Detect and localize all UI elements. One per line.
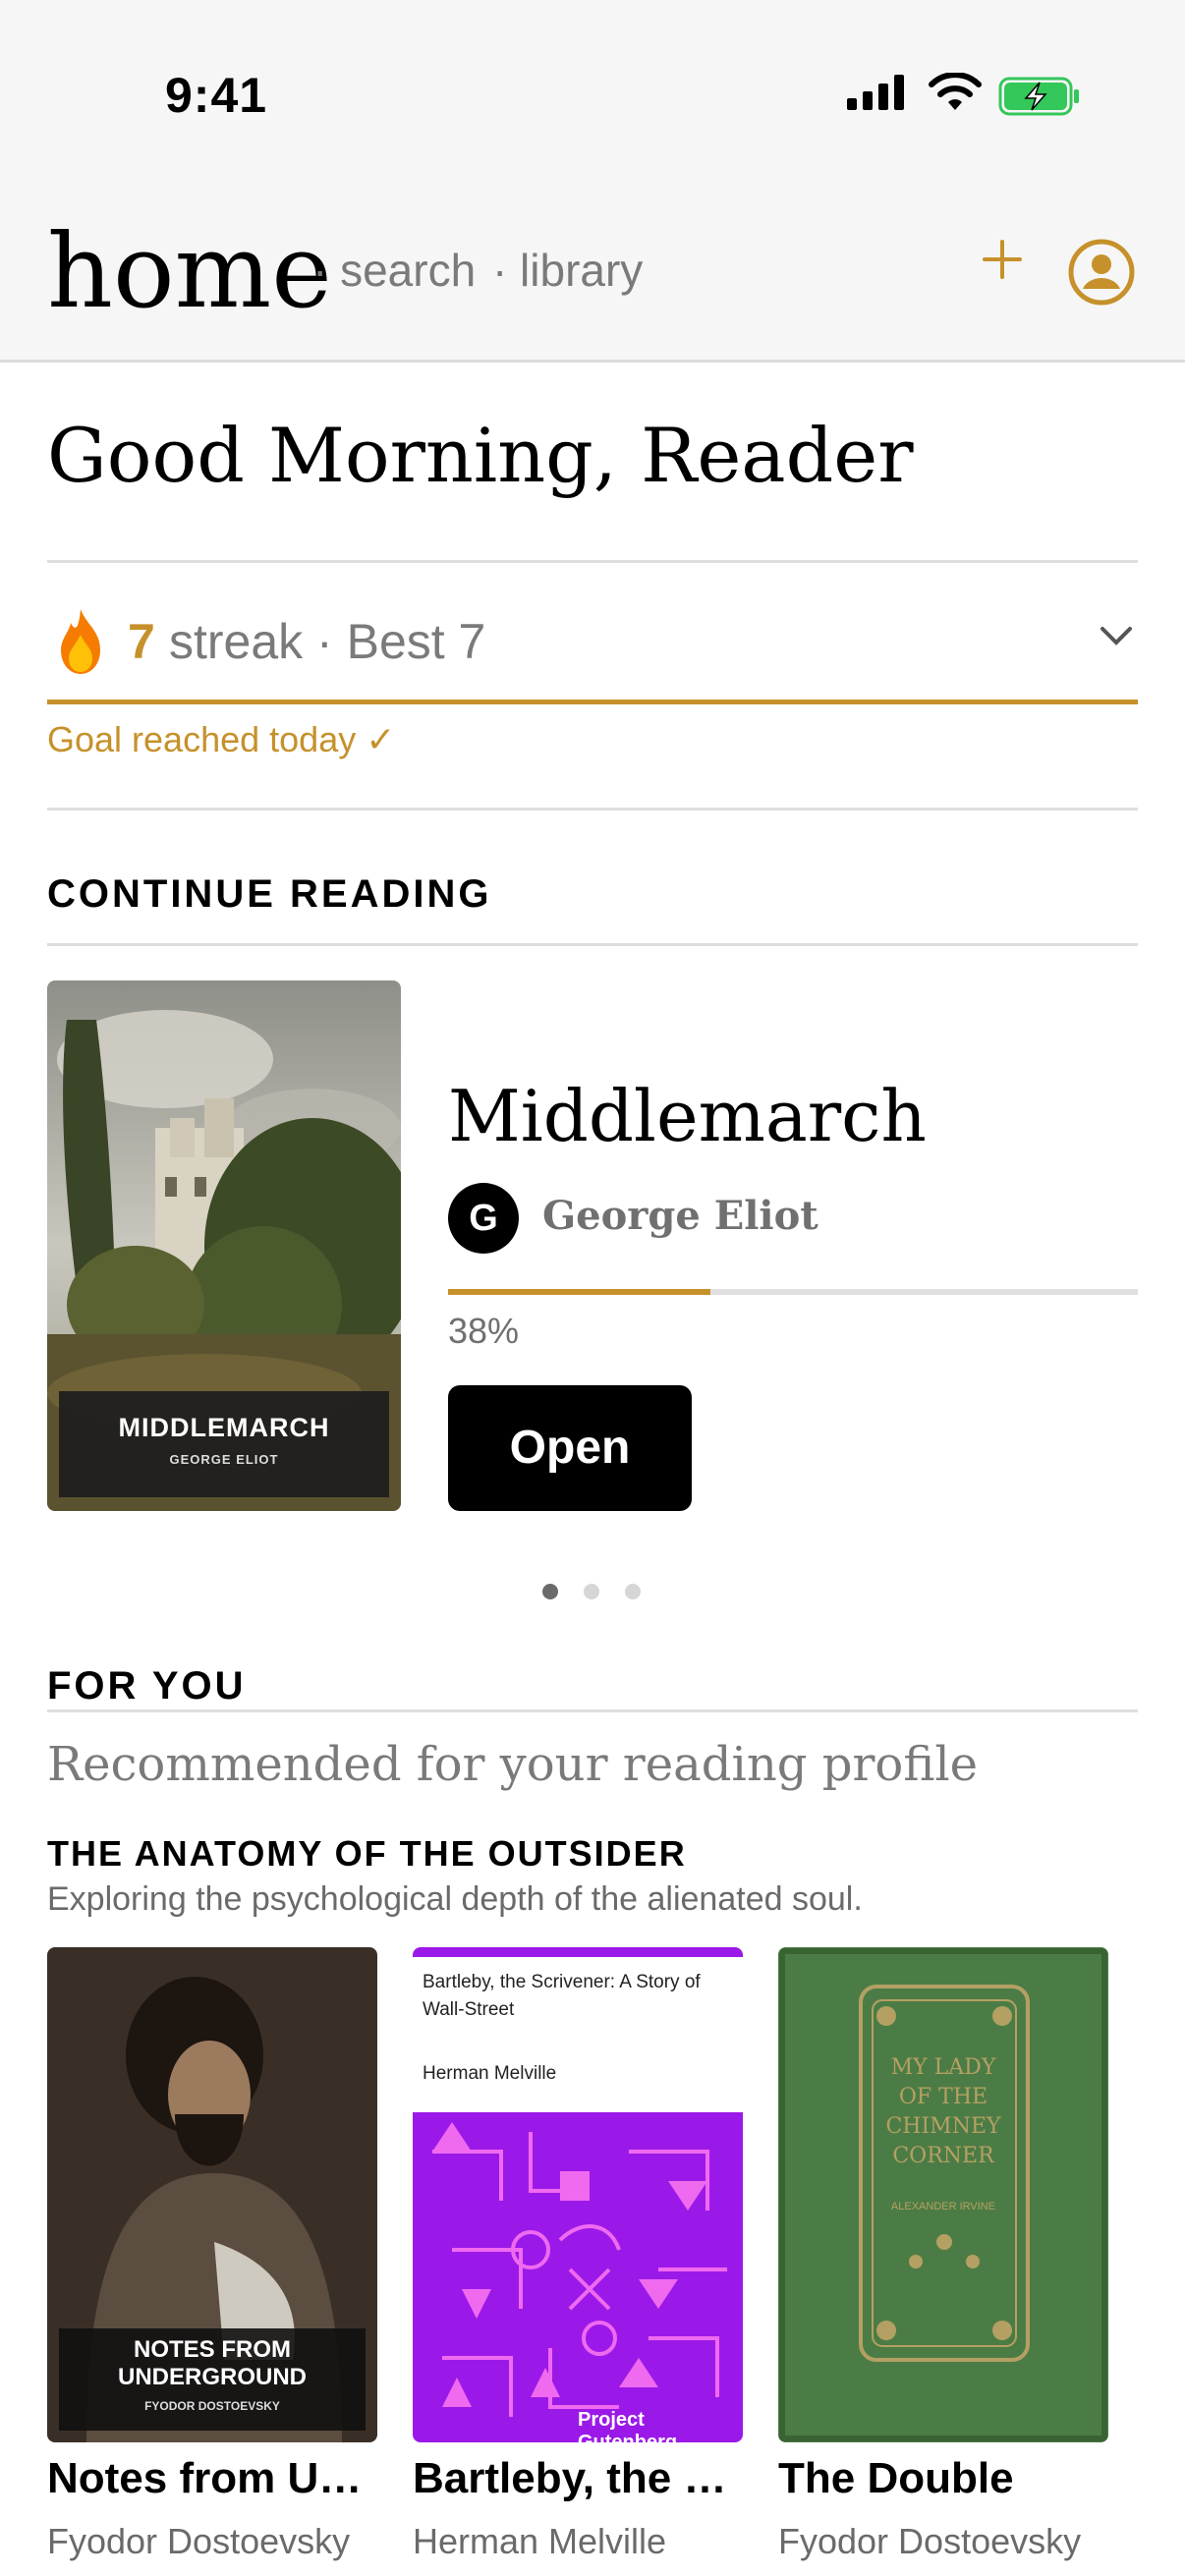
- section-heading-continue-reading: CONTINUE READING: [47, 872, 492, 916]
- shelf-title: THE ANATOMY OF THE OUTSIDER: [47, 1833, 687, 1874]
- divider: [47, 560, 1138, 563]
- cover-pattern: [413, 2112, 743, 2442]
- cover-title-line2: UNDERGROUND: [118, 2364, 307, 2390]
- cover-title: MIDDLEMARCH: [118, 1413, 330, 1442]
- cover-ornament: [778, 1947, 1108, 2442]
- book-title[interactable]: Bartleby, the Scrivener: [413, 2454, 747, 2503]
- chevron-down-icon[interactable]: [1099, 625, 1134, 648]
- section-heading-for-you: FOR YOU: [47, 1664, 247, 1708]
- book-author: Herman Melville: [413, 2521, 667, 2561]
- divider: [47, 808, 1138, 811]
- carousel-dot-active[interactable]: [542, 1584, 558, 1599]
- book-title[interactable]: The Double: [778, 2454, 1112, 2503]
- reading-progress-fill: [448, 1289, 710, 1295]
- wifi-icon: [929, 73, 982, 110]
- signal-icon: [847, 75, 904, 110]
- cover-title: MY LADY OF THE CHIMNEY CORNER: [885, 2055, 1001, 2168]
- book-author: Fyodor Dostoevsky: [47, 2521, 351, 2561]
- divider: [47, 943, 1138, 946]
- for-you-subtitle: Recommended for your reading profile: [47, 1737, 979, 1792]
- book-cover-notes-from-underground[interactable]: NOTES FROM UNDERGROUND FYODOR DOSTOEVSKY: [47, 1947, 377, 2442]
- profile-icon[interactable]: [1067, 238, 1136, 307]
- nav-link-search[interactable]: · search: [312, 245, 476, 296]
- carousel-dot[interactable]: [584, 1584, 599, 1599]
- cover-author: GEORGE ELIOT: [169, 1452, 279, 1467]
- fire-icon: [61, 609, 100, 674]
- cover-author: ALEXANDER IRVINE: [890, 2201, 996, 2212]
- add-icon[interactable]: [979, 236, 1026, 283]
- divider: [47, 1709, 1138, 1712]
- book-cover-middlemarch[interactable]: MIDDLEMARCH GEORGE ELIOT: [47, 980, 401, 1511]
- goal-status: Goal reached today ✓: [47, 719, 396, 759]
- book-author: Fyodor Dostoevsky: [778, 2521, 1082, 2561]
- reading-progress-bar: [448, 1289, 1138, 1295]
- streak-progress-line: [47, 700, 1138, 704]
- cover-author: Herman Melville: [423, 2063, 557, 2084]
- cover-publisher: Project Gutenberg: [578, 2409, 678, 2442]
- book-cover-the-double[interactable]: MY LADY OF THE CHIMNEY CORNER ALEXANDER …: [778, 1947, 1108, 2442]
- book-title[interactable]: Middlemarch: [448, 1075, 927, 1157]
- carousel-dot[interactable]: [625, 1584, 641, 1599]
- cover-title-line1: NOTES FROM: [134, 2336, 291, 2363]
- reading-progress-label: 38%: [448, 1311, 520, 1351]
- open-book-button[interactable]: Open: [448, 1385, 692, 1511]
- nav-links: · search · library: [312, 244, 647, 297]
- status-time: 9:41: [165, 68, 268, 123]
- battery-charging-icon: [998, 77, 1079, 116]
- greeting: Good Morning, Reader: [47, 412, 914, 499]
- shelf-description: Exploring the psychological depth of the…: [47, 1880, 863, 1918]
- book-cover-bartleby[interactable]: Bartleby, the Scrivener: A Story of Wall…: [413, 1947, 743, 2442]
- page-title: home: [47, 211, 332, 331]
- book-title[interactable]: Notes from Underground: [47, 2454, 381, 2503]
- author-name[interactable]: George Eliot: [542, 1193, 818, 1239]
- cover-author: FYODOR DOSTOEVSKY: [144, 2399, 280, 2413]
- cover-top-band: [413, 1947, 743, 1957]
- streak-count: 7: [128, 614, 155, 669]
- cover-title: Bartleby, the Scrivener: A Story of Wall…: [423, 1972, 701, 2020]
- streak-text: streak · Best 7: [169, 614, 486, 669]
- author-avatar: G: [448, 1183, 519, 1254]
- nav-link-library[interactable]: · library: [492, 245, 643, 296]
